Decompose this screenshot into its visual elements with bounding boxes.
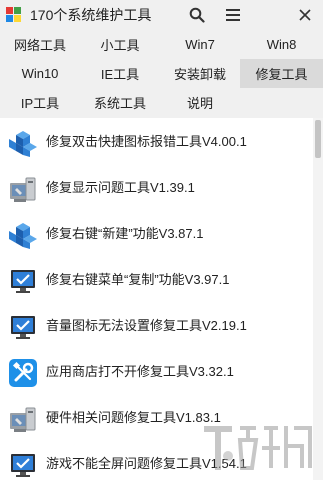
blue-cubes-icon — [9, 223, 37, 249]
tab-win8[interactable]: Win8 — [240, 30, 323, 59]
tab-install-uninstall[interactable]: 安装卸载 — [160, 59, 240, 88]
tab-win7[interactable]: Win7 — [160, 30, 240, 59]
tab-help[interactable]: 说明 — [160, 88, 240, 117]
list-item[interactable]: 修复右键菜单“复制”功能V3.97.1 — [0, 258, 315, 304]
tab-win10[interactable]: Win10 — [0, 59, 80, 88]
close-button[interactable] — [292, 3, 318, 27]
search-icon — [189, 7, 205, 23]
hamburger-menu-icon — [226, 9, 240, 21]
list-item[interactable]: 修复右键“新建”功能V3.87.1 — [0, 212, 315, 258]
title-bar: 170个系统维护工具 — [0, 0, 323, 30]
item-label: 修复右键菜单“复制”功能V3.97.1 — [46, 272, 230, 287]
menu-button[interactable] — [220, 3, 246, 27]
search-button[interactable] — [184, 3, 210, 27]
app-title: 170个系统维护工具 — [30, 7, 152, 23]
category-tabs: 网络工具 小工具 Win7 Win8 Win10 IE工具 安装卸载 修复工具 … — [0, 30, 323, 118]
list-item[interactable]: 音量图标无法设置修复工具V2.19.1 — [0, 304, 315, 350]
tab-ip-tools[interactable]: IP工具 — [0, 88, 80, 117]
item-label: 应用商店打不开修复工具V3.32.1 — [46, 364, 234, 379]
tab-small-tools[interactable]: 小工具 — [80, 30, 160, 59]
blue-cubes-icon — [9, 131, 37, 157]
monitor-check-icon — [11, 316, 35, 339]
watermark-logo — [204, 426, 312, 470]
app-logo-icon — [6, 7, 22, 23]
computer-tool-icon — [10, 177, 36, 202]
item-label: 修复右键“新建”功能V3.87.1 — [46, 226, 204, 241]
monitor-check-icon — [11, 270, 35, 293]
wrench-screwdriver-icon — [9, 359, 37, 387]
tab-network-tools[interactable]: 网络工具 — [0, 30, 80, 59]
tab-repair-tools[interactable]: 修复工具 — [240, 59, 323, 88]
monitor-check-icon — [11, 454, 35, 477]
item-label: 修复显示问题工具V1.39.1 — [46, 180, 195, 195]
list-item[interactable]: 修复显示问题工具V1.39.1 — [0, 166, 315, 212]
scrollbar-thumb[interactable] — [315, 120, 321, 158]
computer-tool-icon — [10, 407, 36, 432]
item-label: 音量图标无法设置修复工具V2.19.1 — [46, 318, 247, 333]
list-item[interactable]: 应用商店打不开修复工具V3.32.1 — [0, 350, 315, 396]
item-label: 硬件相关问题修复工具V1.83.1 — [46, 410, 221, 425]
item-label: 修复双击快捷图标报错工具V4.00.1 — [46, 134, 247, 149]
list-item[interactable]: 修复双击快捷图标报错工具V4.00.1 — [0, 120, 315, 166]
tab-system-tools[interactable]: 系统工具 — [80, 88, 160, 117]
close-icon — [299, 9, 311, 21]
tab-ie-tools[interactable]: IE工具 — [80, 59, 160, 88]
